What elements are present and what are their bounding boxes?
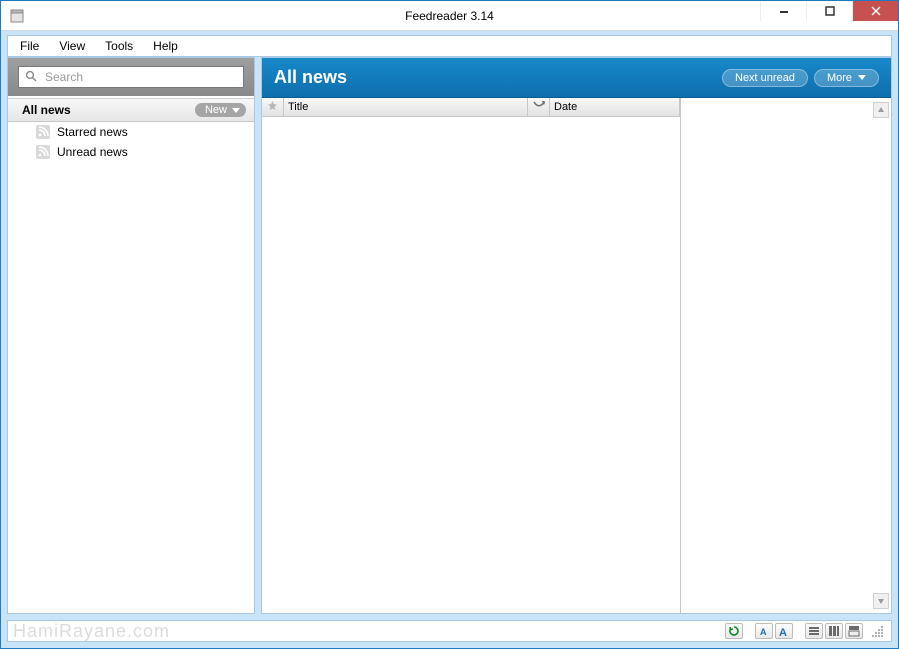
content-header: All news Next unread More (262, 58, 891, 98)
close-button[interactable] (852, 1, 898, 21)
app-window: Feedreader 3.14 File View Tools Help (0, 0, 899, 649)
menu-view[interactable]: View (51, 37, 93, 55)
more-label: More (827, 72, 852, 84)
window-controls (760, 1, 898, 21)
tree-item-unread[interactable]: Unread news (8, 142, 254, 162)
search-icon (25, 70, 37, 85)
status-refresh-button[interactable] (725, 623, 743, 639)
title-bar[interactable]: Feedreader 3.14 (1, 1, 898, 31)
menu-help[interactable]: Help (145, 37, 186, 55)
tree-root-label: All news (22, 103, 195, 117)
tree-root-all-news[interactable]: All news New (8, 98, 254, 122)
resize-grip[interactable] (871, 624, 885, 638)
main-panel: All news Next unread More (261, 57, 892, 614)
menu-file[interactable]: File (12, 37, 47, 55)
chevron-down-icon (232, 108, 240, 113)
status-bar: A A (7, 620, 892, 642)
column-headers: Title Date (262, 98, 680, 117)
new-feed-label: New (205, 104, 227, 116)
search-box[interactable] (18, 66, 244, 88)
search-band (8, 58, 254, 96)
status-font-bigger-button[interactable]: A (775, 623, 793, 639)
star-icon (267, 100, 278, 114)
feed-tree: All news New Star (8, 96, 254, 613)
sort-desc-icon (533, 101, 545, 114)
content-title: All news (274, 67, 716, 88)
column-star[interactable] (262, 98, 284, 116)
scroll-down-button[interactable] (873, 593, 889, 609)
next-unread-button[interactable]: Next unread (722, 69, 808, 87)
sidebar: All news New Star (7, 57, 255, 614)
tree-item-starred[interactable]: Starred news (8, 122, 254, 142)
menu-tools[interactable]: Tools (97, 37, 141, 55)
menu-bar: File View Tools Help (7, 35, 892, 57)
view-columns-button[interactable] (825, 623, 843, 639)
rss-icon (36, 125, 50, 139)
article-list: Title Date (262, 98, 681, 613)
maximize-button[interactable] (806, 1, 852, 21)
svg-text:A: A (760, 627, 767, 637)
view-list-button[interactable] (805, 623, 823, 639)
new-feed-button[interactable]: New (195, 103, 246, 117)
next-unread-label: Next unread (735, 72, 795, 84)
column-title[interactable]: Title (284, 98, 528, 116)
view-wide-button[interactable] (845, 623, 863, 639)
chevron-down-icon (858, 75, 866, 80)
svg-text:A: A (779, 627, 787, 637)
column-title-label: Title (288, 101, 308, 113)
app-icon (9, 8, 25, 24)
search-input[interactable] (43, 69, 237, 85)
column-date-label: Date (554, 101, 577, 113)
tree-item-label: Starred news (57, 125, 128, 139)
tree-item-label: Unread news (57, 145, 128, 159)
preview-pane (681, 98, 891, 613)
scroll-up-button[interactable] (873, 102, 889, 118)
column-date[interactable]: Date (550, 98, 680, 116)
article-list-body[interactable] (262, 117, 680, 613)
rss-icon (36, 145, 50, 159)
status-font-smaller-button[interactable]: A (755, 623, 773, 639)
minimize-button[interactable] (760, 1, 806, 21)
more-button[interactable]: More (814, 69, 879, 87)
column-sort-indicator[interactable] (528, 98, 550, 116)
